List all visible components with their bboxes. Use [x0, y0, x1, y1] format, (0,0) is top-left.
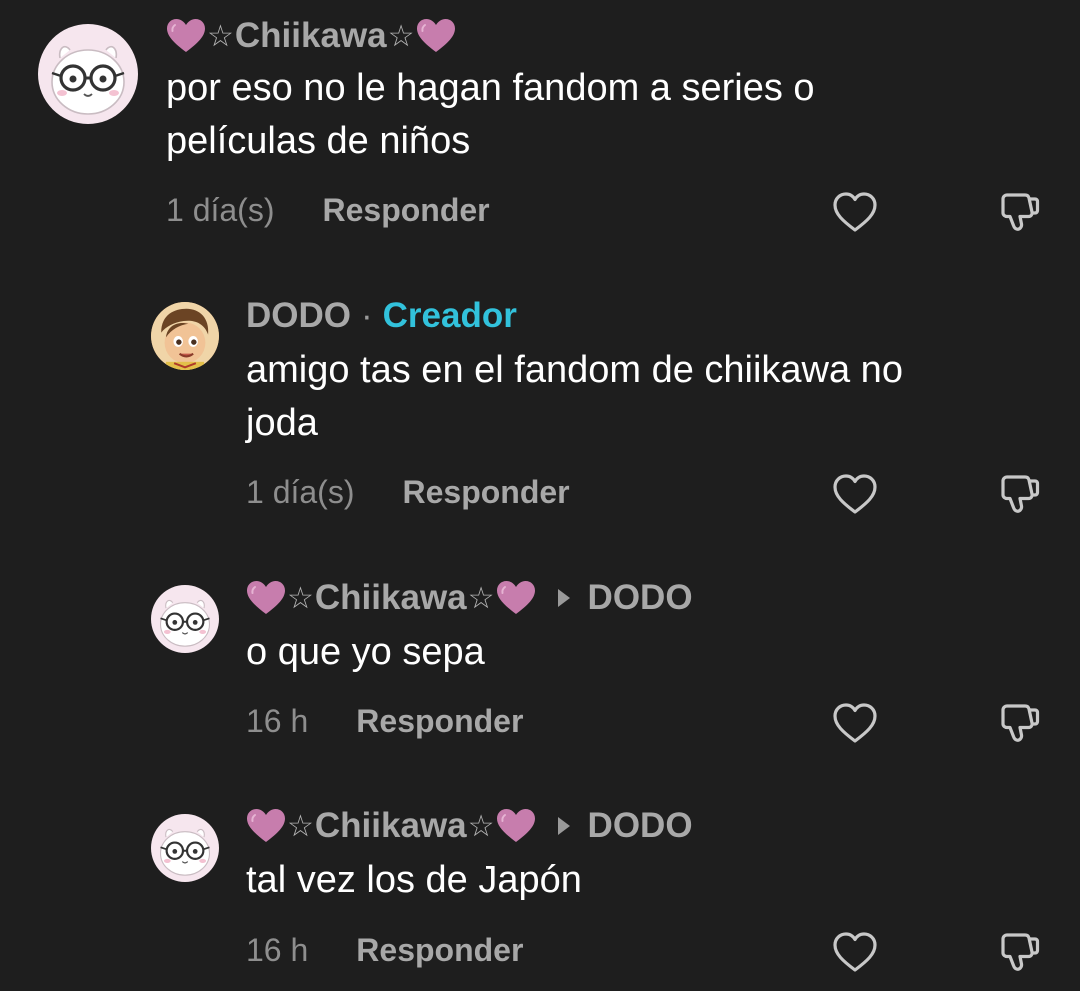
heart-icon [246, 580, 286, 616]
reply-button[interactable]: Responder [402, 474, 569, 511]
dislike-icon[interactable] [994, 470, 1044, 520]
comment-text-line: tal vez los de Japón [246, 859, 582, 901]
comment-author[interactable]: ☆ Chiikawa ☆ DODO [246, 804, 693, 848]
comment-timestamp: 16 h [246, 702, 309, 739]
comment-text: o que yo sepa [246, 626, 485, 679]
star-glyph: ☆ [207, 18, 234, 54]
comment-text-line: amigo tas en el fandom de chiikawa no [246, 349, 903, 391]
avatar[interactable] [151, 814, 219, 882]
comment-text-line: películas de niños [166, 120, 471, 162]
comment-text-line: joda [246, 402, 318, 444]
comment-text-line: por eso no le hagan fandom a series o [166, 67, 815, 109]
star-glyph: ☆ [467, 580, 495, 616]
comment-timestamp: 1 día(s) [246, 473, 355, 510]
like-heart-icon[interactable] [830, 470, 880, 520]
comment-text: amigo tas en el fandom de chiikawa no jo… [246, 344, 903, 450]
reply-button[interactable]: Responder [356, 703, 523, 740]
comment-timestamp: 1 día(s) [166, 191, 275, 228]
comment-timestamp: 16 h [246, 931, 309, 968]
creator-badge: Creador [382, 296, 517, 335]
like-heart-icon[interactable] [830, 928, 880, 978]
heart-icon [496, 808, 536, 844]
heart-icon [416, 18, 456, 54]
heart-icon [166, 18, 206, 54]
reply-to-name[interactable]: DODO [588, 806, 693, 846]
reply-arrow-icon [557, 589, 570, 607]
reply-button[interactable]: Responder [356, 932, 523, 969]
author-name: Chiikawa [314, 578, 467, 617]
star-glyph: ☆ [287, 580, 314, 616]
comment-meta: 16 h Responder [246, 699, 523, 743]
reply-to-name[interactable]: DODO [588, 578, 693, 618]
reply-button[interactable]: Responder [322, 192, 489, 229]
dislike-icon[interactable] [994, 188, 1044, 238]
comment-meta: 1 día(s) Responder [166, 188, 490, 232]
star-glyph: ☆ [387, 18, 415, 54]
comment-meta: 16 h Responder [246, 928, 523, 972]
comment-thread: ☆ Chiikawa ☆ por eso no le hagan fandom … [0, 0, 1080, 991]
comment-text-line: o que yo sepa [246, 631, 485, 673]
dislike-icon[interactable] [994, 699, 1044, 749]
comment-text: tal vez los de Japón [246, 854, 582, 907]
like-heart-icon[interactable] [830, 188, 880, 238]
comment-text: por eso no le hagan fandom a series o pe… [166, 62, 815, 168]
comment-meta: 1 día(s) Responder [246, 470, 570, 514]
star-glyph: ☆ [467, 808, 495, 844]
separator-dot: · [361, 296, 373, 335]
comment-author[interactable]: ☆ Chiikawa ☆ DODO [246, 576, 693, 620]
dislike-icon[interactable] [994, 928, 1044, 978]
avatar[interactable] [151, 302, 219, 370]
comment-author[interactable]: DODO · Creador [246, 294, 517, 338]
author-name: Chiikawa [234, 16, 387, 55]
avatar[interactable] [38, 24, 138, 124]
heart-icon [496, 580, 536, 616]
author-name: Chiikawa [314, 806, 467, 845]
avatar[interactable] [151, 585, 219, 653]
reply-arrow-icon [557, 817, 570, 835]
like-heart-icon[interactable] [830, 699, 880, 749]
star-glyph: ☆ [287, 808, 314, 844]
author-name: DODO [246, 296, 351, 335]
heart-icon [246, 808, 286, 844]
comment-author[interactable]: ☆ Chiikawa ☆ [166, 14, 456, 58]
